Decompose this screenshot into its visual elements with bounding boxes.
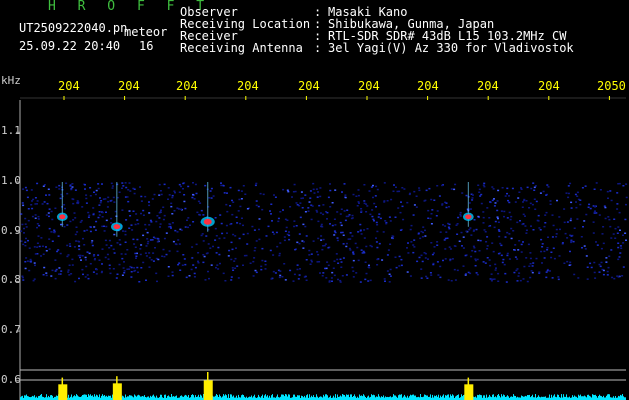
meteor-echo-core <box>113 224 121 230</box>
spectrogram-plot <box>16 96 628 400</box>
meteor-echo-core <box>465 214 472 220</box>
meteor-echo-core <box>59 214 66 220</box>
strength-trace <box>20 394 626 400</box>
noise-band <box>20 182 628 283</box>
meteor-echo-core <box>203 218 212 225</box>
